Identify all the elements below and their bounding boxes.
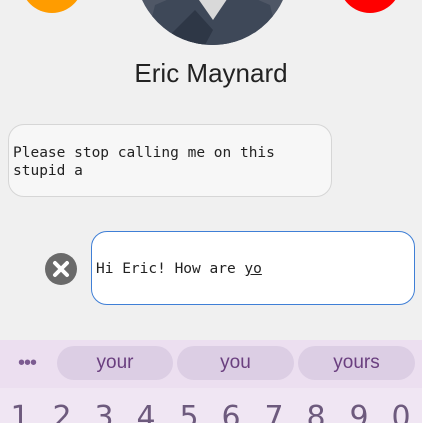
keyboard-number-row: 1 2 3 4 5 6 7 8 9 0	[0, 388, 422, 423]
suggestion-chip[interactable]: yours	[298, 346, 415, 380]
key-2[interactable]: 2	[44, 398, 80, 423]
contact-name: Eric Maynard	[134, 58, 288, 88]
suggestion-bar: ••• your you yours	[0, 340, 422, 388]
incoming-message-bubble: Please stop calling me on this stupid a	[8, 124, 332, 197]
clear-button[interactable]	[45, 253, 77, 285]
key-8[interactable]: 8	[298, 398, 334, 423]
key-7[interactable]: 7	[256, 398, 292, 423]
suggestion-chip[interactable]: you	[177, 346, 294, 380]
message-compose-input[interactable]: Hi Eric! How are yo	[91, 231, 415, 305]
compose-text: Hi Eric! How are yo	[96, 261, 262, 277]
suggestion-chip[interactable]: your	[57, 346, 173, 380]
close-circle-icon	[53, 261, 69, 277]
key-4[interactable]: 4	[128, 398, 164, 423]
key-1[interactable]: 1	[2, 398, 38, 423]
key-5[interactable]: 5	[171, 398, 207, 423]
incoming-message-text: Please stop calling me on this stupid a	[13, 145, 284, 179]
compose-current-word: yo	[244, 261, 262, 277]
key-3[interactable]: 3	[86, 398, 122, 423]
key-6[interactable]: 6	[213, 398, 249, 423]
more-options-icon[interactable]: •••	[12, 352, 42, 374]
key-9[interactable]: 9	[341, 398, 377, 423]
compose-prefix: Hi Eric! How are	[96, 261, 245, 277]
key-0[interactable]: 0	[383, 398, 419, 423]
